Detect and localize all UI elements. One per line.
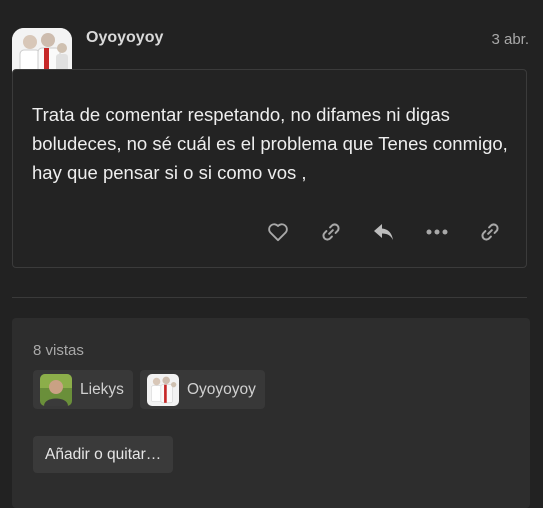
- topic-info-panel: 8 vistas Liekys Oyoyoyoy Añadir o quitar…: [12, 318, 530, 508]
- user-chip-oyoyoyoy[interactable]: Oyoyoyoy: [140, 370, 265, 409]
- copy-link-button[interactable]: [478, 220, 502, 244]
- section-divider: [12, 297, 527, 298]
- avatar: [147, 373, 179, 406]
- avatar: [40, 373, 72, 406]
- more-actions-button[interactable]: [425, 220, 449, 244]
- user-name: Liekys: [80, 380, 124, 398]
- avatar-image: [40, 373, 72, 406]
- author-username[interactable]: Oyoyoyoy: [86, 29, 163, 47]
- user-name: Oyoyoyoy: [187, 380, 256, 398]
- views-count: 8 vistas: [33, 342, 84, 359]
- reply-icon: [374, 224, 393, 240]
- reply-button[interactable]: [372, 220, 396, 244]
- like-button[interactable]: [266, 220, 290, 244]
- link-icon: [481, 223, 499, 241]
- post-actions: [266, 220, 526, 244]
- post-body: Trata de comentar respetando, no difames…: [32, 104, 508, 183]
- post-date[interactable]: 3 abr.: [491, 31, 529, 48]
- user-chip-liekys[interactable]: Liekys: [33, 370, 133, 409]
- add-or-remove-button[interactable]: Añadir o quitar…: [33, 436, 174, 473]
- link-icon: [322, 223, 340, 241]
- share-link-button[interactable]: [319, 220, 343, 244]
- more-icon: [426, 229, 448, 235]
- avatar-image: [147, 373, 179, 406]
- post-card: Trata de comentar respetando, no difames…: [12, 69, 527, 268]
- heart-icon: [268, 223, 288, 242]
